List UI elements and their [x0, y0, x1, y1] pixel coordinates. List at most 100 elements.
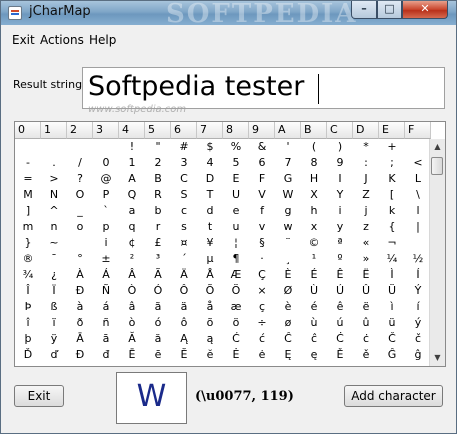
char-cell[interactable]: k — [379, 203, 405, 219]
char-cell[interactable]: à — [67, 299, 93, 315]
char-cell[interactable]: ] — [15, 203, 41, 219]
char-cell[interactable]: é — [301, 299, 327, 315]
char-cell[interactable]: ` — [93, 203, 119, 219]
char-cell[interactable]: l — [405, 203, 431, 219]
char-cell[interactable]: Ö — [223, 283, 249, 299]
char-cell[interactable]: d — [197, 203, 223, 219]
char-cell[interactable]: - — [15, 155, 41, 171]
char-cell[interactable]: ï — [41, 315, 67, 331]
char-cell[interactable]: Ú — [327, 283, 353, 299]
char-cell[interactable]: º — [327, 251, 353, 267]
char-cell[interactable]: Þ — [15, 299, 41, 315]
char-cell[interactable]: Ü — [379, 283, 405, 299]
char-cell[interactable]: · — [249, 251, 275, 267]
char-cell[interactable]: ü — [379, 315, 405, 331]
char-cell[interactable]: Ā — [67, 331, 93, 347]
char-cell[interactable]: Î — [15, 283, 41, 299]
char-cell[interactable]: = — [15, 171, 41, 187]
add-character-button[interactable]: Add character — [344, 385, 443, 407]
char-cell[interactable]: i — [327, 203, 353, 219]
char-cell[interactable]: c — [171, 203, 197, 219]
char-cell[interactable]: { — [379, 219, 405, 235]
char-cell[interactable]: o — [67, 219, 93, 235]
char-cell[interactable]: & — [249, 139, 275, 155]
char-cell[interactable] — [405, 139, 431, 155]
char-cell[interactable]: n — [41, 219, 67, 235]
char-cell[interactable]: L — [405, 171, 431, 187]
char-cell[interactable]: ¢ — [119, 235, 145, 251]
char-cell[interactable] — [15, 139, 41, 155]
char-cell[interactable]: 3 — [171, 155, 197, 171]
char-cell[interactable]: ~ — [41, 235, 67, 251]
char-cell[interactable]: Ó — [145, 283, 171, 299]
char-cell[interactable]: å — [197, 299, 223, 315]
char-cell[interactable]: É — [301, 267, 327, 283]
char-cell[interactable]: \ — [405, 187, 431, 203]
char-cell[interactable]: ô — [171, 315, 197, 331]
char-cell[interactable]: ½ — [405, 251, 431, 267]
char-cell[interactable]: ¹ — [301, 251, 327, 267]
char-cell[interactable]: w — [275, 219, 301, 235]
char-cell[interactable]: Õ — [197, 283, 223, 299]
char-cell[interactable]: ì — [379, 299, 405, 315]
char-cell[interactable]: ę — [301, 347, 327, 363]
char-cell[interactable]: ¤ — [171, 235, 197, 251]
char-cell[interactable]: è — [275, 299, 301, 315]
menu-help[interactable]: Help — [89, 33, 116, 47]
char-cell[interactable]: Ù — [301, 283, 327, 299]
char-cell[interactable]: Ă — [119, 331, 145, 347]
char-cell[interactable]: £ — [145, 235, 171, 251]
char-cell[interactable]: M — [15, 187, 41, 203]
char-cell[interactable]: ý — [405, 315, 431, 331]
char-cell[interactable]: Đ — [67, 347, 93, 363]
char-cell[interactable]: Ê — [327, 267, 353, 283]
char-cell[interactable]: 7 — [275, 155, 301, 171]
char-cell[interactable]: µ — [197, 251, 223, 267]
char-cell[interactable]: % — [223, 139, 249, 155]
char-cell[interactable] — [41, 139, 67, 155]
menu-actions[interactable]: Actions — [40, 33, 84, 47]
char-cell[interactable]: ó — [145, 315, 171, 331]
char-cell[interactable]: ; — [379, 155, 405, 171]
char-cell[interactable]: ñ — [93, 315, 119, 331]
char-cell[interactable]: ċ — [353, 331, 379, 347]
char-cell[interactable]: ° — [67, 251, 93, 267]
minimize-button[interactable]: – — [351, 1, 377, 19]
char-cell[interactable]: ē — [145, 347, 171, 363]
char-cell[interactable]: g — [275, 203, 301, 219]
char-cell[interactable]: ĉ — [301, 331, 327, 347]
char-cell[interactable]: < — [405, 155, 431, 171]
char-cell[interactable]: Y — [327, 187, 353, 203]
char-cell[interactable]: Ä — [171, 267, 197, 283]
char-cell[interactable]: K — [379, 171, 405, 187]
char-cell[interactable] — [405, 235, 431, 251]
char-cell[interactable]: ^ — [41, 203, 67, 219]
char-cell[interactable]: ÷ — [249, 315, 275, 331]
char-cell[interactable]: © — [301, 235, 327, 251]
char-cell[interactable]: ³ — [145, 251, 171, 267]
char-cell[interactable]: A — [119, 171, 145, 187]
char-cell[interactable]: Z — [353, 187, 379, 203]
char-cell[interactable]: ë — [353, 299, 379, 315]
char-cell[interactable]: J — [353, 171, 379, 187]
scroll-down-icon[interactable]: ▼ — [430, 350, 445, 366]
char-cell[interactable]: Ą — [171, 331, 197, 347]
char-cell[interactable]: E — [223, 171, 249, 187]
char-cell[interactable]: x — [301, 219, 327, 235]
char-cell[interactable]: ´ — [171, 251, 197, 267]
char-cell[interactable]: v — [249, 219, 275, 235]
char-cell[interactable]: þ — [15, 331, 41, 347]
char-cell[interactable]: S — [171, 187, 197, 203]
char-cell[interactable]: á — [93, 299, 119, 315]
char-cell[interactable]: Û — [353, 283, 379, 299]
char-cell[interactable]: R — [145, 187, 171, 203]
char-cell[interactable]: p — [93, 219, 119, 235]
char-cell[interactable]: Â — [119, 267, 145, 283]
char-cell[interactable]: Ě — [327, 347, 353, 363]
char-cell[interactable]: Ė — [223, 347, 249, 363]
char-cell[interactable]: Ĉ — [275, 331, 301, 347]
char-cell[interactable]: § — [249, 235, 275, 251]
result-string-field[interactable]: Softpedia tester www.softpedia.com — [82, 67, 445, 115]
char-cell[interactable] — [67, 235, 93, 251]
char-cell[interactable]: j — [353, 203, 379, 219]
